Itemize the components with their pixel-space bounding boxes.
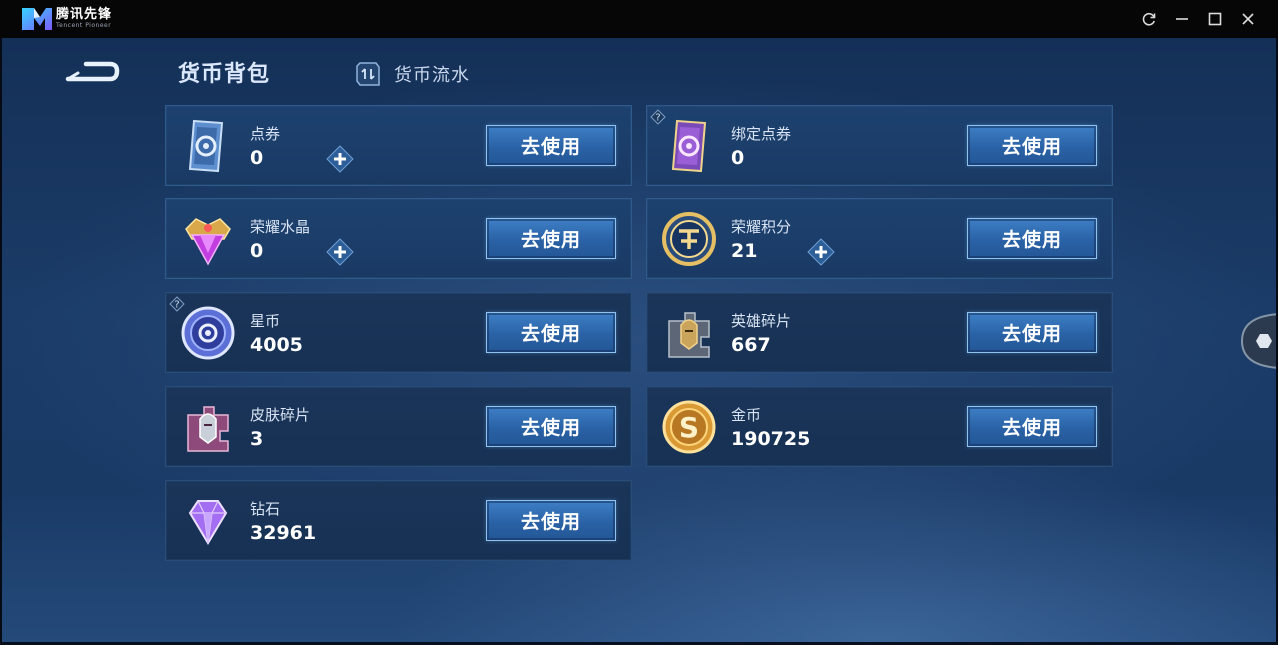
currency-card-star-coin: ? 星币 4005 去使用 [165, 292, 632, 373]
minimize-icon [1176, 18, 1188, 20]
add-plus-icon[interactable] [326, 238, 354, 266]
currency-bag-screen: 货币背包 货币流水 点券 0 去使用 ? 绑定点券 0 去使用 荣耀水晶 0 去… [2, 38, 1276, 642]
tab-currency-bag[interactable]: 货币背包 [178, 56, 270, 88]
currency-value: 21 [731, 240, 758, 262]
maximize-button[interactable] [1205, 9, 1225, 29]
currency-name: 英雄碎片 [731, 312, 792, 330]
star-coin-icon [181, 306, 235, 360]
use-button[interactable]: 去使用 [486, 218, 616, 259]
use-button[interactable]: 去使用 [486, 125, 616, 166]
use-button[interactable]: 去使用 [967, 125, 1097, 166]
currency-value: 4005 [250, 334, 303, 356]
maximize-icon [1208, 12, 1222, 26]
tencent-pioneer-logo-icon [22, 8, 52, 30]
app-subtitle: Tencent Pioneer [56, 22, 112, 29]
currency-value: 32961 [250, 522, 317, 544]
currency-card-bound-voucher: ? 绑定点券 0 去使用 [646, 105, 1113, 186]
currency-card-glory-crystal: 荣耀水晶 0 去使用 [165, 198, 632, 279]
use-button[interactable]: 去使用 [967, 312, 1097, 353]
add-plus-icon[interactable] [807, 238, 835, 266]
currency-value: 0 [250, 147, 264, 169]
window-titlebar: 腾讯先锋 Tencent Pioneer [0, 0, 1278, 38]
tab-currency-flow-label: 货币流水 [394, 65, 470, 86]
currency-name: 绑定点券 [731, 125, 792, 143]
currency-value: 0 [731, 147, 745, 169]
floating-ball-icon[interactable] [1240, 312, 1276, 370]
glory-points-icon [662, 212, 716, 266]
diamond-icon [188, 500, 228, 545]
close-button[interactable] [1238, 9, 1258, 29]
add-plus-icon[interactable] [326, 145, 354, 173]
currency-card-glory-points: 荣耀积分 21 去使用 [646, 198, 1113, 279]
use-button[interactable]: 去使用 [486, 312, 616, 353]
refresh-button[interactable] [1139, 9, 1159, 29]
currency-name: 荣耀积分 [731, 218, 792, 236]
currency-name: 荣耀水晶 [250, 218, 311, 236]
currency-card-diamond: 钻石 32961 去使用 [165, 480, 632, 561]
voucher-icon [188, 119, 224, 173]
use-button[interactable]: 去使用 [486, 406, 616, 447]
currency-card-voucher: 点券 0 去使用 [165, 105, 632, 186]
currency-name: 点券 [250, 125, 281, 143]
currency-name: 星币 [250, 312, 281, 330]
app-title: 腾讯先锋 Tencent Pioneer [56, 8, 112, 29]
currency-card-hero-fragment: 英雄碎片 667 去使用 [646, 292, 1113, 373]
bound-voucher-icon [671, 119, 707, 173]
currency-value: 667 [731, 334, 771, 356]
glory-crystal-icon [185, 218, 231, 266]
skin-fragment-icon [187, 406, 229, 452]
currency-card-gold-coin: S 金币 190725 去使用 [646, 386, 1113, 467]
tab-currency-flow[interactable]: 货币流水 [354, 60, 470, 88]
app-name: 腾讯先锋 [56, 7, 113, 22]
exchange-card-icon [356, 62, 380, 86]
currency-value: 3 [250, 428, 264, 450]
use-button[interactable]: 去使用 [967, 218, 1097, 259]
use-button[interactable]: 去使用 [967, 406, 1097, 447]
minimize-button[interactable] [1172, 9, 1192, 29]
refresh-icon [1142, 12, 1156, 26]
hero-fragment-icon [668, 312, 710, 358]
back-arrow-icon[interactable] [64, 59, 120, 87]
currency-name: 金币 [731, 406, 762, 424]
currency-value: 190725 [731, 428, 811, 450]
currency-card-skin-fragment: 皮肤碎片 3 去使用 [165, 386, 632, 467]
svg-text:S: S [679, 411, 699, 444]
currency-name: 钻石 [250, 500, 281, 518]
use-button[interactable]: 去使用 [486, 500, 616, 541]
gold-coin-icon: S [662, 400, 716, 454]
currency-name: 皮肤碎片 [250, 406, 311, 424]
currency-value: 0 [250, 240, 264, 262]
close-icon [1242, 13, 1254, 25]
